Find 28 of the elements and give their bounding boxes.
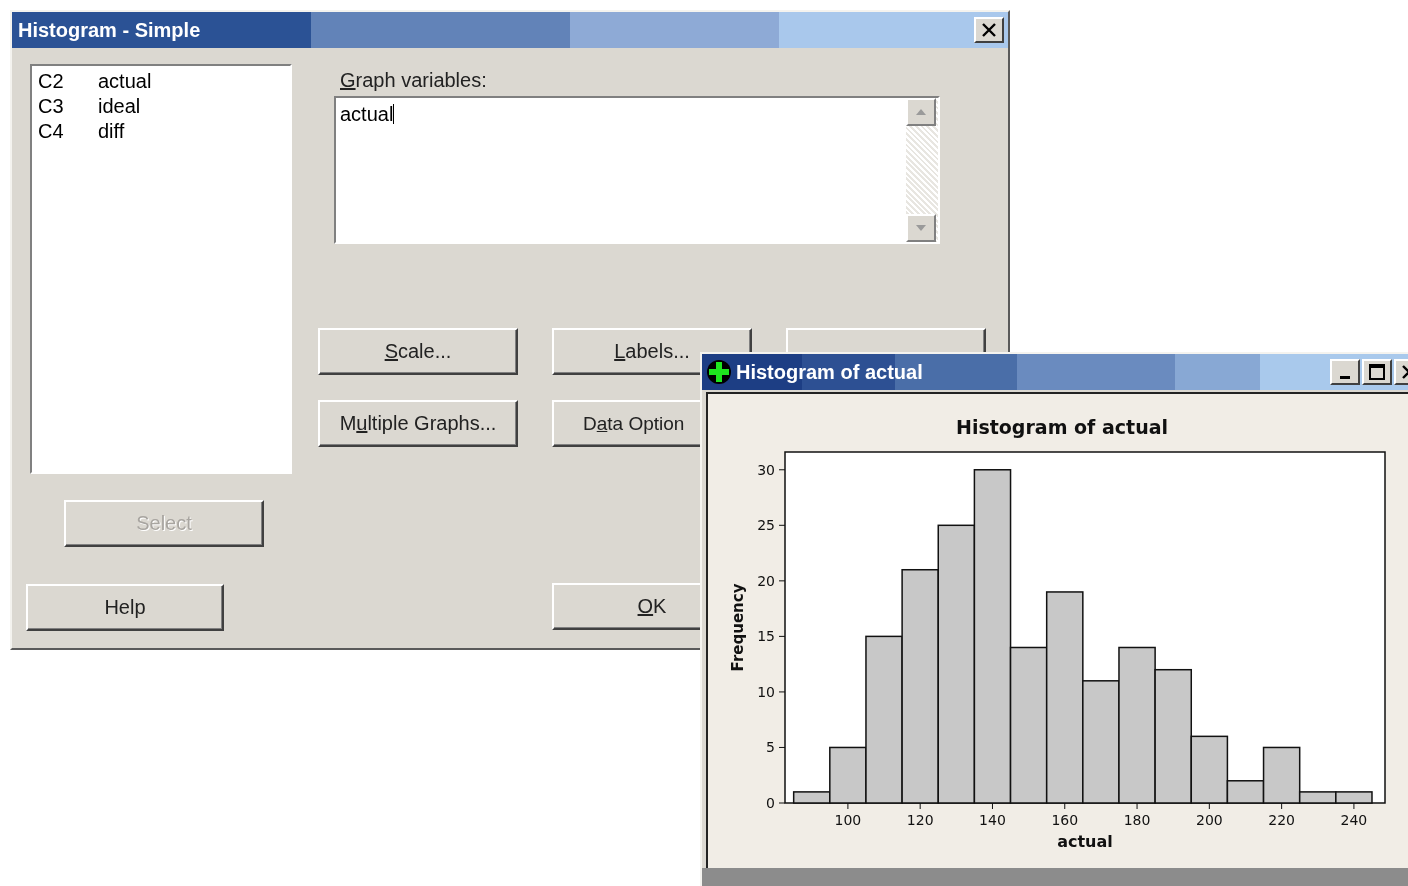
column-id[interactable]: C3 xyxy=(38,94,98,119)
dialog-button[interactable]: Help xyxy=(26,584,224,631)
x-tick-label: 160 xyxy=(1051,812,1079,828)
y-tick-label: 5 xyxy=(766,739,775,756)
x-tick-label: 100 xyxy=(834,812,862,828)
dialog-button[interactable]: Scale... xyxy=(318,328,518,375)
y-tick-label: 10 xyxy=(757,683,775,700)
y-tick-label: 20 xyxy=(757,572,775,589)
dialog-button[interactable]: Multiple Graphs... xyxy=(318,400,518,447)
field-label: Graph variables: xyxy=(340,69,488,92)
column-id[interactable]: C4 xyxy=(38,119,98,144)
y-tick-label: 30 xyxy=(757,461,775,478)
column-name[interactable]: ideal xyxy=(98,94,141,119)
dialog-title: Histogram - Simple xyxy=(18,18,201,42)
x-tick-label: 120 xyxy=(906,812,934,828)
x-tick-label: 220 xyxy=(1268,812,1295,828)
x-tick-label: 240 xyxy=(1340,812,1368,828)
column-id[interactable]: C2 xyxy=(38,69,98,94)
chart-title: Histogram of actual xyxy=(956,416,1168,438)
x-tick-label: 140 xyxy=(979,812,1006,828)
x-tick-label: 180 xyxy=(1123,812,1151,828)
y-tick-label: 25 xyxy=(757,517,775,534)
column-name[interactable]: actual xyxy=(98,69,152,94)
x-axis-label: actual xyxy=(1057,832,1113,851)
y-tick-label: 15 xyxy=(757,628,775,645)
x-tick-label: 200 xyxy=(1195,812,1223,828)
column-name[interactable]: diff xyxy=(98,119,125,144)
y-tick-label: 0 xyxy=(766,795,775,811)
